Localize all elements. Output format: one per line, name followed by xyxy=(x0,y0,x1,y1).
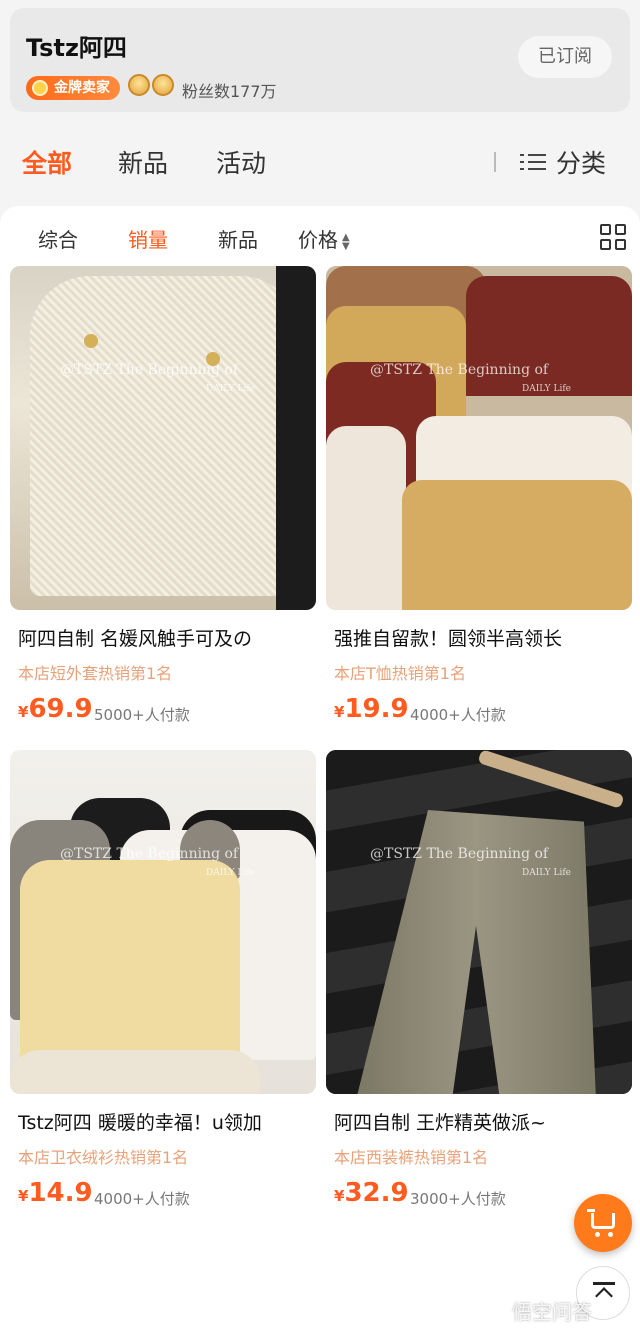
grid-view-icon[interactable] xyxy=(600,224,626,250)
image-watermark-sub: DAILY Life xyxy=(522,868,571,878)
image-watermark: @TSTZ The Beginning of xyxy=(60,846,239,862)
store-name: Tstz阿四 xyxy=(26,34,127,62)
sort-comprehensive[interactable]: 综合 xyxy=(38,224,78,253)
sold-count: 4000+人付款 xyxy=(94,1190,190,1208)
product-image[interactable]: @TSTZ The Beginning of DAILY Life xyxy=(10,266,316,610)
sort-new[interactable]: 新品 xyxy=(218,224,258,253)
product-price: ¥14.9 xyxy=(18,1178,93,1208)
store-header: Tstz阿四 金牌卖家 粉丝数177万 已订阅 xyxy=(10,8,630,112)
crown-icon xyxy=(152,74,174,96)
sort-bar: 综合 销量 新品 价格 ▲ ▼ xyxy=(0,206,640,268)
sort-price-label: 价格 xyxy=(298,228,338,252)
product-image[interactable]: @TSTZ The Beginning of DAILY Life xyxy=(10,750,316,1094)
product-title[interactable]: 阿四自制 王炸精英做派~ xyxy=(334,1108,630,1135)
sort-sales[interactable]: 销量 xyxy=(128,224,168,253)
category-label: 分类 xyxy=(556,149,607,178)
product-rank: 本店卫衣绒衫热销第1名 xyxy=(18,1148,189,1167)
crown-badges xyxy=(128,74,174,96)
image-watermark: @TSTZ The Beginning of xyxy=(370,362,549,378)
tab-all[interactable]: 全部 xyxy=(22,144,72,180)
product-rank: 本店短外套热销第1名 xyxy=(18,664,173,683)
category-button[interactable]: 分类 xyxy=(520,144,606,180)
product-price: ¥69.9 xyxy=(18,694,93,724)
product-price: ¥19.9 xyxy=(334,694,409,724)
site-watermark: 悟空问答 xyxy=(512,1300,592,1324)
subscribed-button[interactable]: 已订阅 xyxy=(518,36,612,78)
product-image[interactable]: @TSTZ The Beginning of DAILY Life xyxy=(326,750,632,1094)
product-content: 综合 销量 新品 价格 ▲ ▼ @TSTZ The Beginning of DAI… xyxy=(0,206,640,1329)
cart-button[interactable] xyxy=(574,1194,632,1252)
product-title[interactable]: 阿四自制 名媛风触手可及の xyxy=(18,624,314,651)
product-image[interactable]: @TSTZ The Beginning of DAILY Life xyxy=(326,266,632,610)
tab-new[interactable]: 新品 xyxy=(118,144,168,180)
image-watermark-sub: DAILY Life xyxy=(522,384,571,394)
arrow-up-icon xyxy=(595,1287,613,1305)
image-watermark: @TSTZ The Beginning of xyxy=(60,362,239,378)
main-tabs: 全部 新品 活动 分类 xyxy=(0,130,640,194)
tab-divider xyxy=(494,152,496,172)
image-watermark: @TSTZ The Beginning of xyxy=(370,846,549,862)
image-watermark-sub: DAILY Life xyxy=(206,868,255,878)
gold-seller-badge: 金牌卖家 xyxy=(26,76,120,100)
sold-count: 3000+人付款 xyxy=(410,1190,506,1208)
coin-icon xyxy=(32,80,48,96)
image-watermark-sub: DAILY Life xyxy=(206,384,255,394)
sold-count: 5000+人付款 xyxy=(94,706,190,724)
crown-icon xyxy=(128,74,150,96)
tab-activity[interactable]: 活动 xyxy=(216,144,266,180)
product-title[interactable]: Tstz阿四 暖暖的幸福！u领加 xyxy=(18,1108,314,1135)
sort-price[interactable]: 价格 ▲ ▼ xyxy=(298,224,350,253)
list-icon xyxy=(520,152,546,172)
fans-count: 粉丝数177万 xyxy=(182,82,277,101)
sort-arrows-icon: ▲ ▼ xyxy=(342,231,350,252)
product-rank: 本店西装裤热销第1名 xyxy=(334,1148,489,1167)
badge-label: 金牌卖家 xyxy=(54,80,110,96)
cart-icon xyxy=(587,1209,615,1229)
product-price: ¥32.9 xyxy=(334,1178,409,1208)
product-title[interactable]: 强推自留款！圆领半高领长 xyxy=(334,624,630,651)
product-rank: 本店T恤热销第1名 xyxy=(334,664,466,683)
sold-count: 4000+人付款 xyxy=(410,706,506,724)
